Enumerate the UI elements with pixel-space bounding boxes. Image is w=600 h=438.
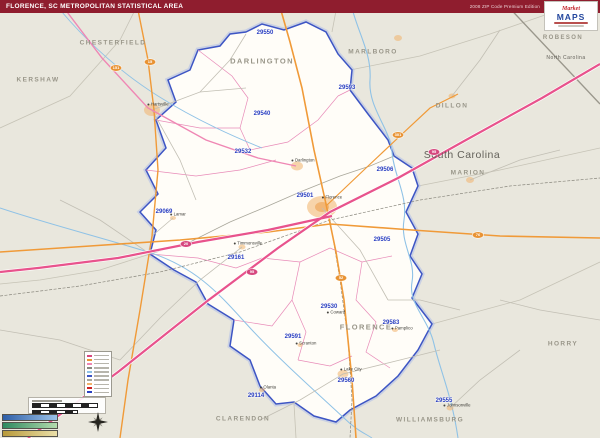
legend-row bbox=[87, 362, 109, 365]
legend-row bbox=[87, 391, 109, 394]
inset-strip bbox=[2, 422, 58, 429]
logo-tagline-bar bbox=[558, 24, 584, 27]
legend-row bbox=[87, 383, 109, 386]
scale-bar-miles bbox=[32, 402, 98, 408]
legend-panel bbox=[84, 351, 112, 397]
legend-row bbox=[87, 370, 109, 373]
inset-strips bbox=[2, 414, 58, 438]
map-sheet: South Carolina North Carolina CHESTERFIELD… bbox=[0, 0, 600, 438]
legend-row bbox=[87, 354, 109, 357]
inset-strip bbox=[2, 414, 58, 421]
legend-row bbox=[87, 387, 109, 390]
legend-row bbox=[87, 358, 109, 361]
logo-maps-text: MAPS bbox=[556, 11, 586, 22]
logo-tagline-bar bbox=[554, 21, 588, 24]
legend-row bbox=[87, 366, 109, 369]
edition-label: 2008 ZIP Code Premium Edition bbox=[469, 4, 540, 9]
scale-caption bbox=[32, 400, 62, 402]
logo-market-text: Market bbox=[562, 5, 580, 12]
publisher-logo: Market MAPS bbox=[544, 1, 598, 31]
title-bar: FLORENCE, SC METROPOLITAN STATISTICAL AR… bbox=[0, 0, 600, 13]
legend-row bbox=[87, 375, 109, 378]
compass-rose-icon bbox=[88, 412, 108, 432]
legend-row bbox=[87, 379, 109, 382]
map-title: FLORENCE, SC METROPOLITAN STATISTICAL AR… bbox=[6, 3, 184, 10]
inset-strip bbox=[2, 430, 58, 437]
